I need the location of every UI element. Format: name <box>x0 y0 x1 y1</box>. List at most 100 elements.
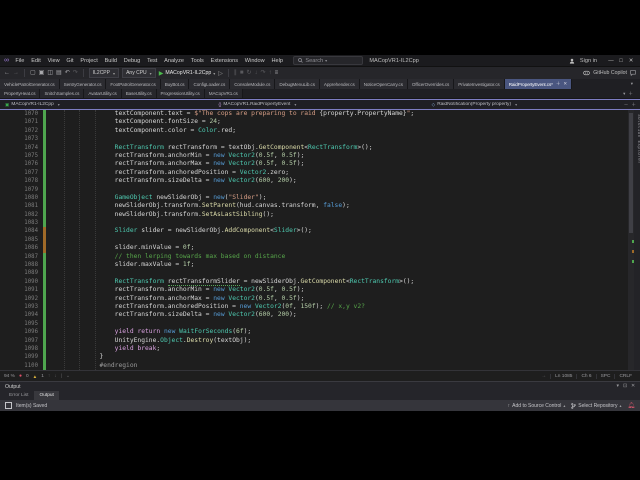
start-debugging-button[interactable]: ▶ MACopVR1-IL2Cpp ▾ <box>159 70 216 77</box>
code-line[interactable]: 1083 <box>0 219 640 228</box>
code-line[interactable]: 1099 } <box>0 353 640 362</box>
tab-progressionutility.cs[interactable]: ProgressionUtility.cs <box>156 89 205 98</box>
navigate-back-icon[interactable]: ← <box>4 70 10 76</box>
step-into-icon[interactable]: ↓ <box>255 70 258 76</box>
tab-officeroverrides.cs[interactable]: OfficerOverrides.cs <box>407 79 455 89</box>
window-position-chevron-icon[interactable]: ▾ <box>617 384 619 389</box>
code-line[interactable]: 1097 UnityEngine.Object.Destroy(textObj)… <box>0 336 640 345</box>
keep-open-icon[interactable]: ＋ <box>556 81 561 87</box>
tab-configloader.cs[interactable]: ConfigLoader.cs <box>189 79 231 89</box>
search-input[interactable]: Search ▾ <box>293 56 364 65</box>
code-line[interactable]: 1079 <box>0 185 640 194</box>
sign-in-button[interactable]: Sign in <box>580 58 597 64</box>
menu-tools[interactable]: Tools <box>187 58 207 64</box>
maximize-button[interactable]: □ <box>616 58 626 64</box>
expand-region-icon[interactable]: ＋ <box>631 102 636 108</box>
github-copilot-button[interactable]: GitHub Copilot <box>593 70 627 76</box>
code-line[interactable]: 1091 rectTransform.anchorMin = new Vecto… <box>0 286 640 295</box>
breadcrumb-project-dropdown[interactable]: ▣ MACopVR1-IL2Cpp ▾ <box>0 102 213 108</box>
tab-snitchsamples.cs[interactable]: SnitchSamples.cs <box>40 89 85 98</box>
tab-list-chevron-icon[interactable]: ▾ <box>623 91 625 97</box>
code-line[interactable]: 1071 textComponent.fontSize = 24; <box>0 118 640 127</box>
tab-propertyheat.cs[interactable]: PropertyHeat.cs <box>0 89 41 98</box>
code-line[interactable]: 1072 textComponent.color = Color.red; <box>0 126 640 136</box>
code-line[interactable]: 1075 rectTransform.anchorMin = new Vecto… <box>0 151 640 161</box>
step-over-icon[interactable]: ↷ <box>261 70 266 76</box>
tab-noticeopencarry.cs[interactable]: NoticeOpenCarry.cs <box>359 79 408 89</box>
zoom-level-dropdown[interactable]: 94 % <box>4 374 15 379</box>
close-button[interactable]: ✕ <box>626 58 636 64</box>
menu-analyze[interactable]: Analyze <box>161 58 188 64</box>
scrollbar-thumb[interactable] <box>629 113 633 233</box>
close-tab-icon[interactable]: ✕ <box>563 81 567 87</box>
error-count[interactable]: 0 <box>26 374 29 379</box>
code-line[interactable]: 1076 rectTransform.anchorMax = new Vecto… <box>0 160 640 169</box>
collapse-region-icon[interactable]: － <box>624 102 629 108</box>
start-without-debugging-button[interactable]: ▷ <box>218 70 223 77</box>
menu-extensions[interactable]: Extensions <box>207 58 241 64</box>
chat-bubble-icon[interactable] <box>630 70 636 76</box>
restart-icon[interactable]: ↻ <box>247 70 252 76</box>
code-line[interactable]: 1088 slider.maxValue = 1f; <box>0 261 640 270</box>
stop-icon[interactable]: ■ <box>240 70 244 76</box>
previous-issue-icon[interactable]: ↑ <box>48 374 50 379</box>
open-file-icon[interactable]: ▣ <box>39 70 45 76</box>
code-line[interactable]: 1096 yield return new WaitForSeconds(6f)… <box>0 328 640 337</box>
code-line[interactable]: 1087 // then lerping towards max based o… <box>0 252 640 262</box>
line-indicator[interactable]: Ln 1085 <box>550 373 576 379</box>
undo-icon[interactable]: ↶ <box>65 70 70 76</box>
redo-icon[interactable]: ↷ <box>73 70 78 76</box>
menu-build[interactable]: Build <box>101 58 120 64</box>
code-line[interactable]: 1073 <box>0 135 640 144</box>
code-line[interactable]: 1070 textComponent.text = $"The cops are… <box>0 110 640 119</box>
select-repository-button[interactable]: Select Repository ▴ <box>571 403 621 409</box>
tab-footpatrolgenerator.cs[interactable]: FootPatrolGenerator.cs <box>106 79 161 89</box>
navigate-forward-icon[interactable]: → <box>13 70 19 76</box>
configuration-dropdown[interactable]: IL2CPP ▾ <box>88 68 120 78</box>
tab-sentrygenerator.cs[interactable]: SentryGenerator.cs <box>59 79 107 89</box>
find-in-files-icon[interactable]: ≡ <box>275 70 279 76</box>
menu-edit[interactable]: Edit <box>28 58 44 64</box>
tab-debugmenulib.cs[interactable]: DebugMenuLib.cs <box>275 79 320 89</box>
minimize-button[interactable]: — <box>606 58 616 64</box>
user-account-icon[interactable] <box>569 58 575 64</box>
code-line[interactable]: 1081 newSliderObj.transform.SetParent(hu… <box>0 202 640 211</box>
platform-dropdown[interactable]: Any CPU ▾ <box>122 68 156 78</box>
line-ending-indicator[interactable]: CRLF <box>614 373 636 379</box>
code-line[interactable]: 1100 #endregion <box>0 361 640 370</box>
code-line[interactable]: 1098 yield break; <box>0 344 640 354</box>
tab-macopvr1.cs[interactable]: MACopVR1.cs <box>204 89 243 98</box>
code-editor[interactable]: 1070 textComponent.text = $"The cops are… <box>0 110 640 370</box>
breadcrumb-type-dropdown[interactable]: {} MACopVR1.RaidPropertyEvent ▾ <box>213 102 426 107</box>
add-to-source-control-button[interactable]: ↑ Add to Source Control ▴ <box>508 403 566 409</box>
menu-git[interactable]: Git <box>63 58 77 64</box>
save-all-icon[interactable]: ▤ <box>56 70 62 76</box>
notification-bell-icon[interactable]: 🔔︎ <box>627 403 635 409</box>
tab-consolemodule.cs[interactable]: ConsoleModule.cs <box>230 79 276 89</box>
menu-project[interactable]: Project <box>77 58 101 64</box>
pin-icon[interactable]: ⊡ <box>623 384 627 389</box>
code-line[interactable]: 1092 rectTransform.anchorMax = new Vecto… <box>0 294 640 303</box>
code-line[interactable]: 1095 <box>0 319 640 329</box>
tab-privateinvestigator.cs[interactable]: PrivateInvestigator.cs <box>454 79 505 89</box>
warning-count[interactable]: 1 <box>41 374 44 379</box>
code-line[interactable]: 1082 newSliderObj.transform.SetAsLastSib… <box>0 210 640 220</box>
save-icon[interactable]: ◫ <box>47 70 53 76</box>
code-line[interactable]: 1090 RectTransform rectTransformSlider =… <box>0 277 640 287</box>
code-line[interactable]: 1078 rectTransform.sizeDelta = new Vecto… <box>0 177 640 186</box>
menu-window[interactable]: Window <box>241 58 268 64</box>
next-issue-icon[interactable]: ↓ <box>54 374 56 379</box>
code-line[interactable]: 1074 RectTransform rectTransform = textO… <box>0 143 640 152</box>
tab-buybot.cs[interactable]: BuyBot.cs <box>160 79 190 89</box>
tool-tab-error-list[interactable]: Error List <box>4 391 33 400</box>
tab-raidpropertyevent.cs[interactable]: RaidPropertyEvent.cs* ＋ ✕ <box>504 79 573 89</box>
whitespace-mode-indicator[interactable]: SPC <box>595 373 615 379</box>
break-all-icon[interactable]: ∥ <box>234 70 237 76</box>
code-line[interactable]: 1085 <box>0 235 640 245</box>
tab-apprehender.cs[interactable]: Apprehender.cs <box>319 79 360 89</box>
code-line[interactable]: 1086 slider.minValue = 0f; <box>0 244 640 253</box>
code-line[interactable]: 1094 rectTransform.sizeDelta = new Vecto… <box>0 311 640 320</box>
column-indicator[interactable]: Ch 6 <box>576 373 595 379</box>
menu-view[interactable]: View <box>44 58 63 64</box>
tab-avatarutility.cs[interactable]: AvatarUtility.cs <box>84 89 122 98</box>
